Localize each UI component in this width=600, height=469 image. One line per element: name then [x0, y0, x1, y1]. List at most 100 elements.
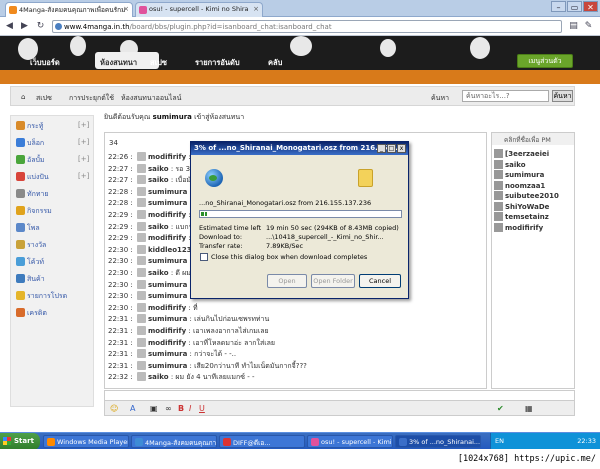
tab-osu[interactable]: osu! - supercell - Kimi no Shira ×: [135, 2, 263, 17]
message-author[interactable]: sumimura: [148, 199, 187, 207]
nav-club[interactable]: คลับ: [268, 57, 282, 69]
sidebar-add-button[interactable]: [+]: [78, 155, 89, 163]
nav-chatroom[interactable]: ห้องสนทนา: [100, 57, 137, 69]
taskbar-item[interactable]: DIFF@ดีเอ...: [219, 435, 305, 448]
maximize-button[interactable]: ▭: [567, 1, 582, 12]
sidebar-item[interactable]: ทักทาย: [16, 189, 49, 201]
message-time: 22:31: [108, 361, 129, 370]
nav-webboard[interactable]: เว็บบอร์ด: [30, 57, 60, 69]
message-author[interactable]: sumimura: [148, 362, 187, 370]
sidebar-item[interactable]: บล็อก: [16, 138, 44, 150]
user-list-item[interactable]: saiko: [494, 159, 526, 171]
open-button[interactable]: Open: [267, 274, 307, 288]
close-button[interactable]: ✕: [583, 1, 598, 12]
wrench-icon[interactable]: ✎: [582, 20, 595, 33]
dialog-close-button[interactable]: x: [397, 144, 406, 153]
message-author[interactable]: sumimura: [148, 281, 187, 289]
message-author[interactable]: kiddleo123: [148, 246, 192, 254]
sidebar-add-button[interactable]: [+]: [78, 138, 89, 146]
search-button[interactable]: ค้นหา: [552, 90, 573, 102]
user-list-item[interactable]: modifirify: [494, 222, 543, 234]
message-time: 22:30: [108, 303, 129, 312]
sidebar-item[interactable]: อัลบั้ม: [16, 155, 45, 167]
send-check-icon[interactable]: ✔: [497, 404, 504, 413]
breadcrumb-apps[interactable]: การประยุกต์ใช้: [69, 93, 114, 104]
user-list-item[interactable]: ShiYoWaDe: [494, 201, 549, 213]
taskbar-item[interactable]: Windows Media Player: [43, 435, 129, 448]
message-author[interactable]: saiko: [148, 176, 169, 184]
tab-close-icon[interactable]: ×: [123, 5, 129, 13]
message-author[interactable]: modifirify: [148, 234, 186, 242]
link-icon[interactable]: ∞: [165, 404, 172, 413]
forward-icon[interactable]: ▶: [18, 20, 31, 33]
message-author[interactable]: modifirify: [148, 339, 186, 347]
message-author[interactable]: sumimura: [148, 257, 187, 265]
avatar: [137, 337, 146, 347]
close-when-done-checkbox[interactable]: [200, 253, 208, 261]
message-author[interactable]: sumimura: [148, 350, 187, 358]
sidebar-item-icon: [16, 155, 25, 164]
sidebar-item[interactable]: โพล: [16, 223, 40, 235]
reload-icon[interactable]: ↻: [34, 20, 47, 33]
search-input[interactable]: ค้นหาอะไร...?: [462, 90, 549, 102]
emoji-icon[interactable]: ☺: [110, 404, 118, 413]
taskbar-item-label: DIFF@ดีเอ...: [233, 439, 271, 447]
home-icon[interactable]: ⌂: [21, 93, 25, 101]
message-author[interactable]: sumimura: [148, 188, 187, 196]
message-author[interactable]: modifirify: [148, 153, 186, 161]
dialog-minimize-button[interactable]: _: [377, 144, 386, 153]
message-author[interactable]: modifirify: [148, 304, 186, 312]
nav-space[interactable]: สเปซ: [150, 57, 167, 69]
sidebar-item[interactable]: รางวัล: [16, 240, 46, 252]
italic-icon[interactable]: I: [189, 404, 191, 413]
sidebar-item[interactable]: โค้วท์: [16, 257, 44, 269]
image-icon[interactable]: ▣: [150, 404, 158, 413]
message-author[interactable]: saiko: [148, 269, 169, 277]
page-menu-icon[interactable]: ▤: [567, 20, 580, 33]
taskbar-item[interactable]: osu! - supercell - Kimi...: [307, 435, 393, 448]
sidebar-item[interactable]: กิจกรรม: [16, 206, 52, 218]
open-folder-button[interactable]: Open Folder: [311, 274, 355, 288]
tab-close-icon[interactable]: ×: [253, 5, 259, 13]
address-bar[interactable]: www.4manga.in.th/board/bbs/plugin.php?id…: [52, 20, 562, 33]
taskbar-item[interactable]: 3% of ...no_Shiranai...: [395, 435, 481, 448]
message-time: 22:29: [108, 222, 129, 231]
taskbar-item[interactable]: 4Manga-สังคมคนคุณภา...: [131, 435, 217, 448]
breadcrumb-space[interactable]: สเปซ: [36, 93, 52, 104]
language-indicator[interactable]: EN: [495, 437, 504, 445]
cancel-button[interactable]: Cancel: [359, 274, 401, 288]
sidebar-add-button[interactable]: [+]: [78, 172, 89, 180]
personal-menu-button[interactable]: เมนูส่วนตัว: [517, 54, 573, 68]
sidebar-item[interactable]: กระทู้: [16, 121, 43, 133]
bold-icon[interactable]: B: [178, 404, 184, 413]
clock[interactable]: 22:33: [577, 437, 596, 445]
sidebar-item[interactable]: รายการโปรด: [16, 291, 67, 303]
message-author[interactable]: sumimura: [148, 292, 187, 300]
minimize-button[interactable]: –: [551, 1, 566, 12]
underline-icon[interactable]: U: [199, 404, 205, 413]
dialog-maximize-button[interactable]: □: [387, 144, 396, 153]
start-button[interactable]: Start: [0, 433, 40, 450]
tab-4manga[interactable]: 4Manga-สังคมคนคุณภาพเพื่อคนรักม ×: [5, 2, 133, 17]
message-author[interactable]: modifirify: [148, 327, 186, 335]
breadcrumb-chat[interactable]: ห้องสนทนาออนไลน์: [121, 93, 181, 104]
sidebar-add-button[interactable]: [+]: [78, 121, 89, 129]
settings-icon[interactable]: ▦: [525, 404, 533, 413]
message-author[interactable]: saiko: [148, 165, 169, 173]
sidebar-item[interactable]: เครดิต: [16, 308, 47, 320]
back-icon[interactable]: ◀: [3, 20, 16, 33]
message-author[interactable]: saiko: [148, 373, 169, 381]
user-list-item[interactable]: [3eerzaeiei: [494, 149, 549, 160]
sidebar-item[interactable]: แบ่งปัน: [16, 172, 49, 184]
user-list-item[interactable]: noomzaa1: [494, 180, 545, 192]
avatar: [137, 186, 146, 196]
user-list-item[interactable]: suibutee2010: [494, 191, 559, 202]
font-color-icon[interactable]: A: [130, 404, 135, 413]
sidebar-item[interactable]: สินค้า: [16, 274, 45, 286]
message-author[interactable]: sumimura: [148, 315, 187, 323]
user-list-item[interactable]: sumimura: [494, 170, 544, 181]
user-list-item[interactable]: temsetainz: [494, 212, 549, 223]
message-author[interactable]: modifirify: [148, 211, 186, 219]
message-author[interactable]: saiko: [148, 223, 169, 231]
nav-ranking[interactable]: รายการอันดับ: [195, 57, 240, 69]
